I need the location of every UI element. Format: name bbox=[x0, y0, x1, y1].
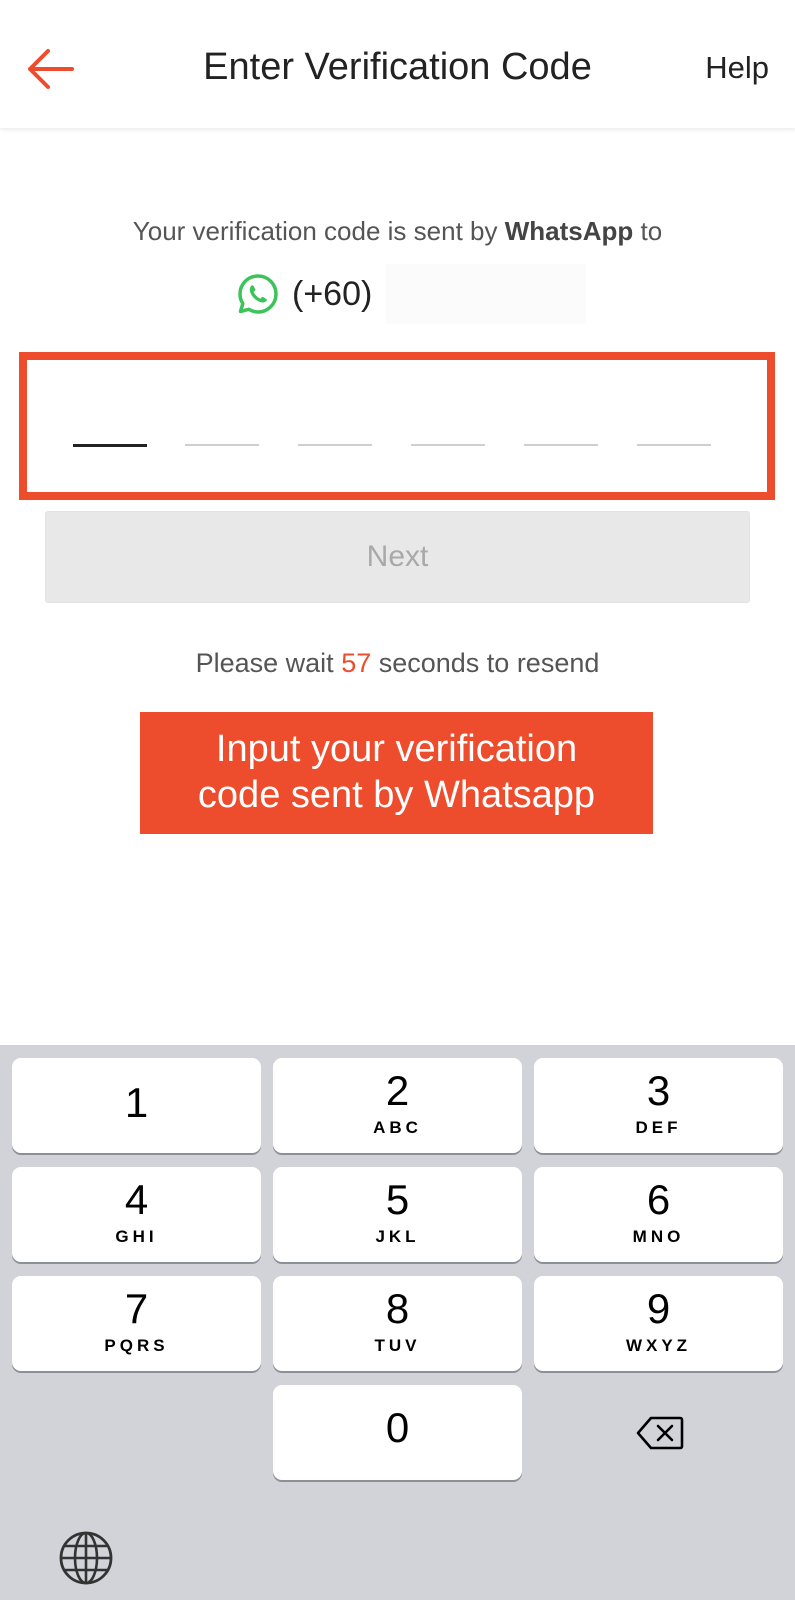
key-6[interactable]: 6 MNO bbox=[534, 1167, 783, 1262]
next-button[interactable]: Next bbox=[45, 511, 750, 603]
whatsapp-icon bbox=[238, 274, 278, 314]
verification-code-input[interactable] bbox=[19, 352, 775, 500]
key-4[interactable]: 4 GHI bbox=[12, 1167, 261, 1262]
instruction-callout: Input your verification code sent by Wha… bbox=[140, 712, 653, 834]
resend-countdown: Please wait 57 seconds to resend bbox=[0, 648, 795, 679]
key-9[interactable]: 9 WXYZ bbox=[534, 1276, 783, 1371]
code-digit-slot-2[interactable] bbox=[185, 444, 259, 446]
key-letters: JKL bbox=[375, 1227, 420, 1246]
code-digit-slot-1[interactable] bbox=[73, 444, 147, 447]
key-digit: 0 bbox=[385, 1404, 410, 1451]
key-7[interactable]: 7 PQRS bbox=[12, 1276, 261, 1371]
verification-info-text: Your verification code is sent by WhatsA… bbox=[0, 216, 795, 247]
key-letters: WXYZ bbox=[625, 1336, 692, 1355]
key-digit: 9 bbox=[646, 1285, 671, 1332]
backspace-icon bbox=[636, 1416, 684, 1450]
resend-seconds: 57 bbox=[341, 648, 372, 678]
key-3[interactable]: 3 DEF bbox=[534, 1058, 783, 1153]
info-suffix: to bbox=[633, 216, 663, 246]
code-digit-slot-5[interactable] bbox=[524, 444, 598, 446]
key-digit: 3 bbox=[646, 1067, 671, 1114]
key-letters: GHI bbox=[115, 1227, 158, 1246]
key-digit: 7 bbox=[124, 1285, 149, 1332]
code-digit-slot-4[interactable] bbox=[411, 444, 485, 446]
key-letters: TUV bbox=[374, 1336, 421, 1355]
key-digit: 8 bbox=[385, 1285, 410, 1332]
info-prefix: Your verification code is sent by bbox=[132, 216, 505, 246]
key-letters: ABC bbox=[373, 1118, 422, 1137]
key-5[interactable]: 5 JKL bbox=[273, 1167, 522, 1262]
callout-line-1: Input your verification bbox=[215, 728, 578, 770]
code-digit-slot-6[interactable] bbox=[637, 444, 711, 446]
phone-country-code: (+60) bbox=[292, 274, 373, 313]
key-8[interactable]: 8 TUV bbox=[273, 1276, 522, 1371]
key-digit: 6 bbox=[646, 1176, 671, 1223]
key-digit: 4 bbox=[124, 1176, 149, 1223]
key-letters: MNO bbox=[632, 1227, 685, 1246]
key-letters: DEF bbox=[635, 1118, 682, 1137]
phone-row: (+60) bbox=[236, 270, 372, 318]
code-digit-slot-3[interactable] bbox=[298, 444, 372, 446]
top-nav-bar: Enter Verification Code Help bbox=[0, 0, 795, 128]
resend-prefix: Please wait bbox=[195, 648, 342, 678]
key-1[interactable]: 1 bbox=[12, 1058, 261, 1153]
phone-number-mask bbox=[386, 264, 586, 324]
key-letters: PQRS bbox=[104, 1336, 169, 1355]
key-digit: 5 bbox=[385, 1176, 410, 1223]
page-title: Enter Verification Code bbox=[203, 46, 592, 88]
key-digit: 1 bbox=[124, 1079, 149, 1126]
numeric-keyboard: 1 2 ABC 3 DEF 4 GHI 5 JKL 6 MNO 7 PQRS 8… bbox=[0, 1045, 795, 1600]
resend-suffix: seconds to resend bbox=[371, 648, 600, 678]
key-0[interactable]: 0 bbox=[273, 1385, 522, 1480]
delete-key[interactable] bbox=[534, 1385, 783, 1480]
info-channel: WhatsApp bbox=[504, 216, 634, 246]
help-link[interactable]: Help bbox=[705, 50, 769, 86]
callout-line-2: code sent by Whatsapp bbox=[197, 774, 596, 816]
globe-icon[interactable] bbox=[58, 1530, 114, 1586]
key-digit: 2 bbox=[385, 1067, 410, 1114]
key-2[interactable]: 2 ABC bbox=[273, 1058, 522, 1153]
